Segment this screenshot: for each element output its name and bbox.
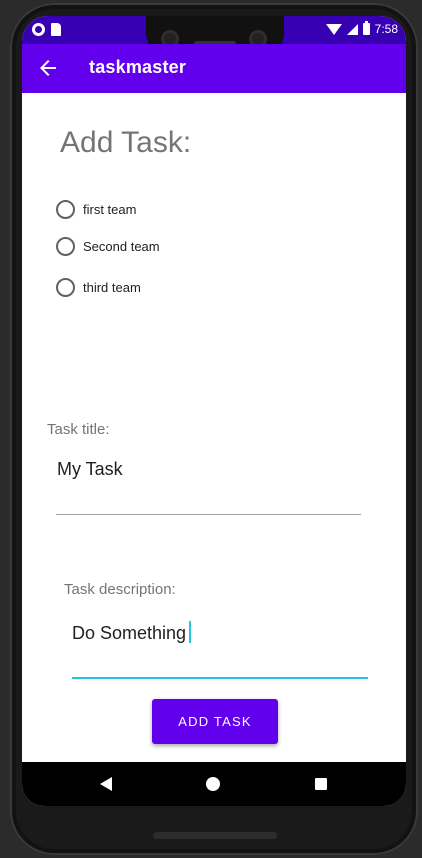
radio-label: third team	[83, 280, 141, 295]
battery-icon	[362, 21, 370, 35]
radio-button-icon[interactable]	[56, 200, 75, 219]
system-nav-bar	[22, 762, 406, 806]
task-title-underline	[56, 514, 361, 515]
status-time: 7:58	[374, 22, 398, 36]
task-title-input[interactable]	[57, 457, 357, 481]
task-title-label: Task title:	[47, 421, 110, 438]
notification-dot-icon	[32, 23, 45, 36]
nav-recents-icon[interactable]	[315, 778, 327, 790]
arrow-left-icon[interactable]	[36, 56, 60, 80]
app-bar: taskmaster	[22, 44, 406, 93]
device-screen: 7:58 taskmaster Add Task: first team Sec…	[22, 16, 406, 806]
radio-label: first team	[83, 202, 137, 217]
task-description-input[interactable]	[72, 621, 372, 645]
task-description-underline	[72, 677, 368, 679]
radio-button-icon[interactable]	[56, 237, 75, 256]
radio-third-team[interactable]: third team	[56, 278, 141, 297]
status-right-icons: 7:58	[325, 21, 398, 36]
radio-button-icon[interactable]	[56, 278, 75, 297]
task-description-label: Task description:	[64, 581, 176, 598]
bottom-speaker-grille	[153, 832, 277, 839]
text-cursor	[189, 621, 191, 643]
radio-label: Second team	[83, 239, 160, 254]
nav-home-icon[interactable]	[206, 777, 220, 791]
add-task-button[interactable]: ADD TASK	[152, 699, 278, 744]
sd-card-icon	[51, 23, 61, 36]
status-left-icons	[32, 23, 61, 36]
radio-first-team[interactable]: first team	[56, 200, 136, 219]
app-title: taskmaster	[89, 57, 187, 77]
page-heading: Add Task:	[60, 126, 192, 159]
signal-icon	[346, 23, 358, 35]
radio-second-team[interactable]: Second team	[56, 237, 160, 256]
wifi-icon	[325, 23, 342, 35]
nav-back-icon[interactable]	[100, 777, 112, 791]
